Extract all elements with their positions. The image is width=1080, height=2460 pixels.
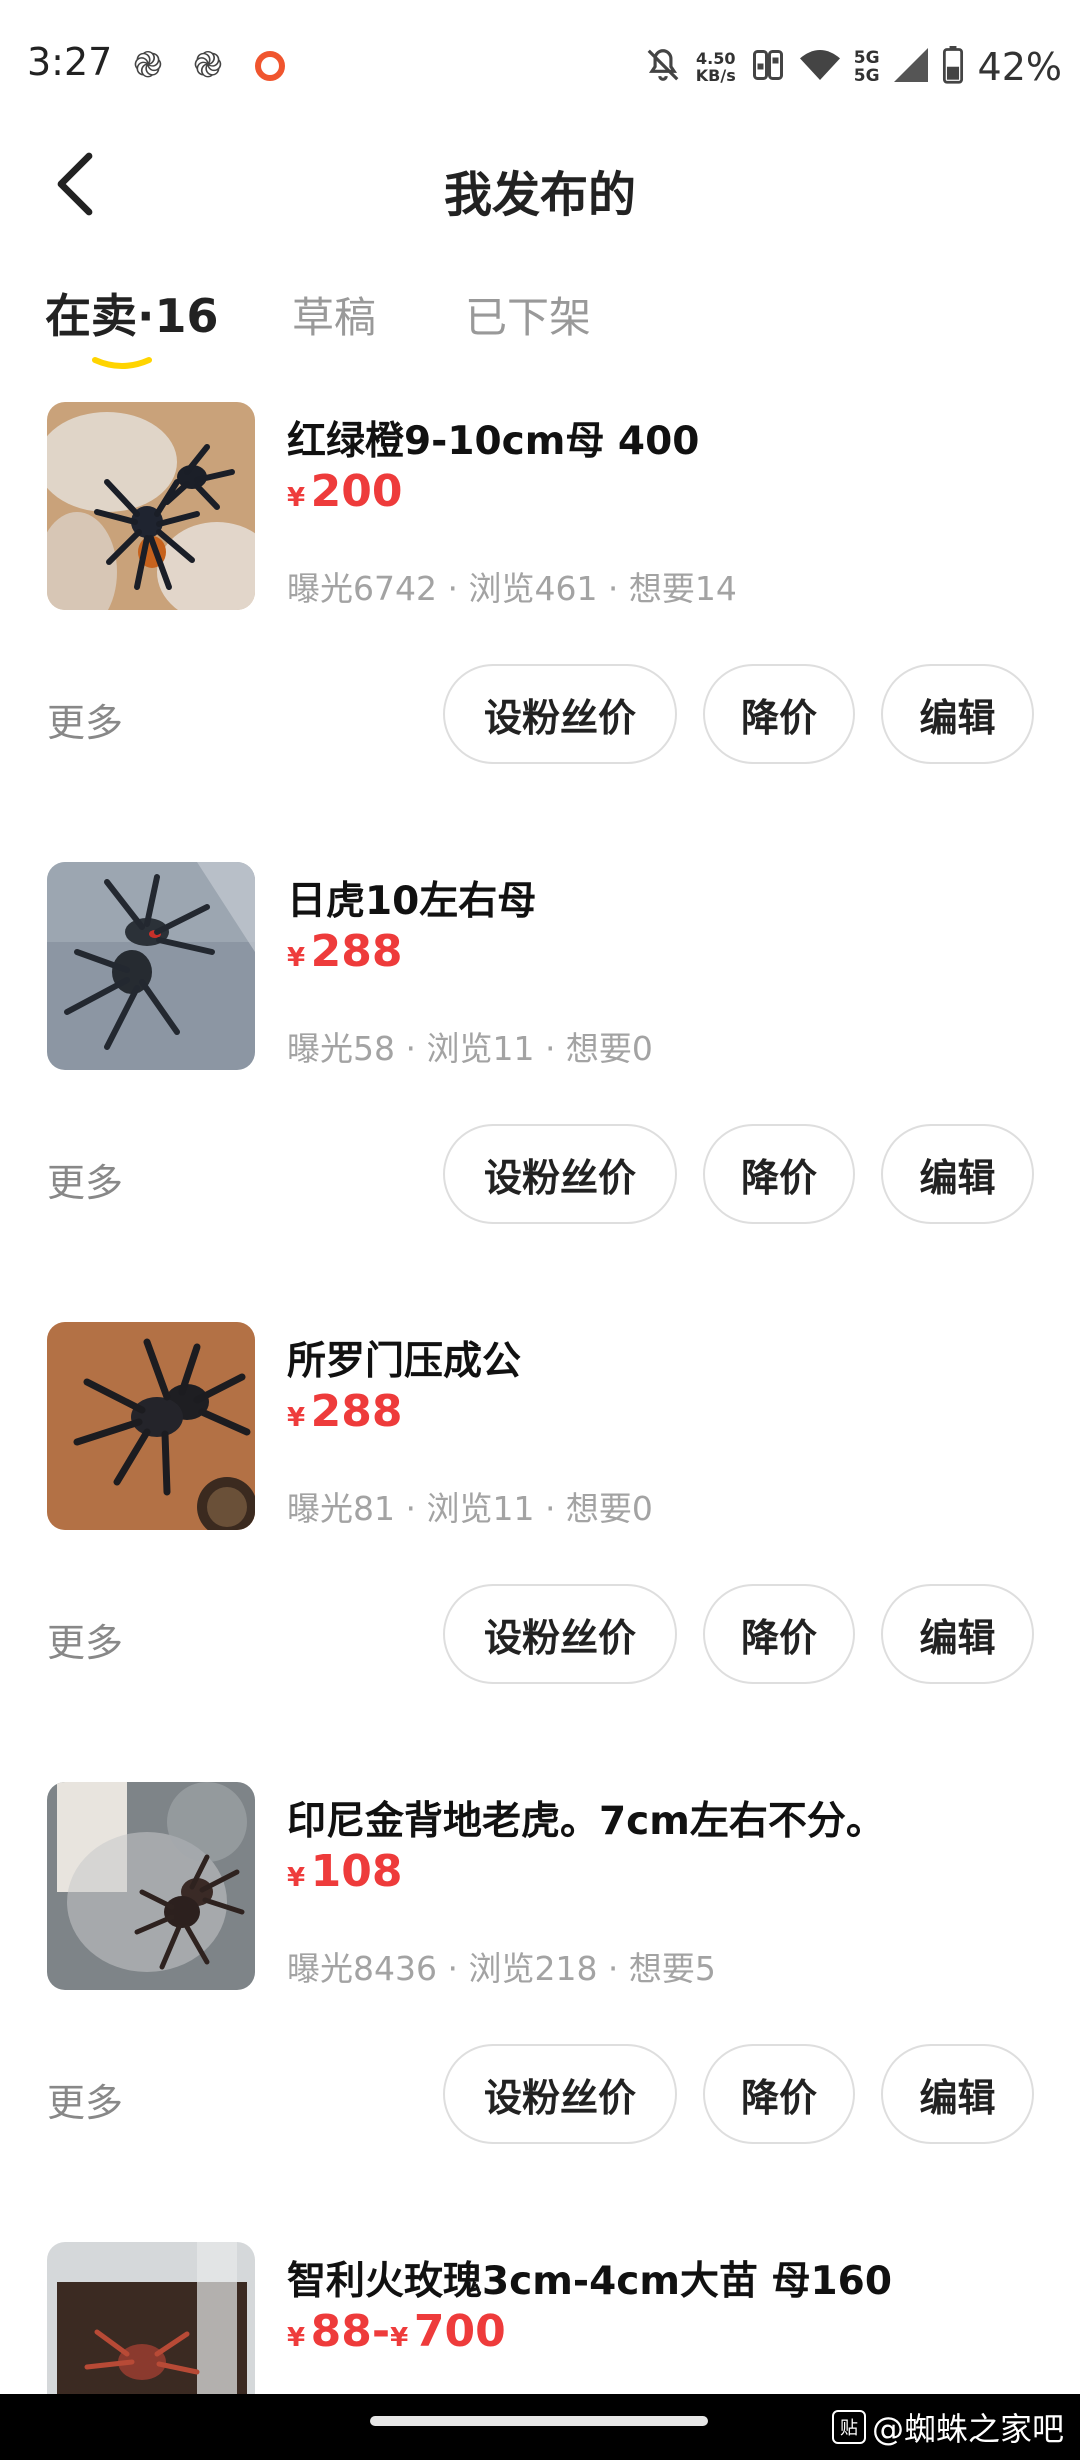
wifi-icon	[799, 48, 840, 86]
set-fan-price-button[interactable]: 设粉丝价	[443, 2044, 677, 2144]
edit-button[interactable]: 编辑	[881, 664, 1034, 764]
listing-title: 日虎10左右母	[287, 879, 537, 924]
tab-on-sale[interactable]: 在卖·16	[45, 280, 219, 346]
listing-item[interactable]: 红绿橙9-10cm母 400 ¥ 200 曝光6742 · 浏览461 · 想要…	[0, 402, 1080, 862]
network-speed: 4.50 KB/s	[695, 49, 736, 85]
more-button[interactable]: 更多	[47, 692, 123, 747]
tab-bar: 在卖·16 草稿 已下架	[0, 280, 1080, 370]
edit-button[interactable]: 编辑	[881, 2044, 1034, 2144]
reduce-price-button[interactable]: 降价	[703, 2044, 855, 2144]
home-indicator[interactable]	[370, 2416, 708, 2426]
listing-item[interactable]: 印尼金背地老虎。7cm左右不分。 ¥ 108 曝光8436 · 浏览218 · …	[0, 1782, 1080, 2242]
page-header: 我发布的	[0, 135, 1080, 235]
listing-price: ¥ 88-¥ 700	[287, 2306, 506, 2357]
status-time: 3:27	[27, 40, 113, 84]
system-nav-bar: 贴 @蜘蛛之家吧	[0, 2394, 1080, 2460]
listing-price: ¥ 288	[287, 926, 403, 977]
product-thumbnail[interactable]	[47, 1782, 255, 1990]
listing-stats: 曝光81 · 浏览11 · 想要0	[287, 1489, 653, 1528]
listing-title: 所罗门压成公	[287, 1339, 522, 1384]
tieba-logo-icon: 贴	[831, 2410, 866, 2444]
product-thumbnail[interactable]	[47, 402, 255, 610]
listing-stats: 曝光8436 · 浏览218 · 想要5	[287, 1949, 716, 1988]
battery-percent: 42%	[977, 45, 1062, 89]
edit-button[interactable]: 编辑	[881, 1124, 1034, 1224]
status-right-cluster: 4.50 KB/s 5G 5G 42%	[644, 42, 1062, 92]
set-fan-price-button[interactable]: 设粉丝价	[443, 1584, 677, 1684]
app-swirl-icon: ֎	[193, 45, 223, 86]
edit-button[interactable]: 编辑	[881, 1584, 1034, 1684]
tab-drafts[interactable]: 草稿	[292, 284, 376, 345]
product-thumbnail[interactable]	[47, 1322, 255, 1530]
listing-title: 红绿橙9-10cm母 400	[287, 419, 700, 464]
reduce-price-button[interactable]: 降价	[703, 1124, 855, 1224]
tab-delisted[interactable]: 已下架	[465, 284, 591, 345]
page-title: 我发布的	[443, 167, 636, 223]
signal-labels: 5G 5G	[853, 48, 880, 86]
watermark: 贴 @蜘蛛之家吧	[831, 2404, 1064, 2450]
more-button[interactable]: 更多	[47, 2072, 123, 2127]
listing-price: ¥ 200	[287, 466, 403, 517]
listing-title: 印尼金背地老虎。7cm左右不分。	[287, 1799, 885, 1844]
tab-active-indicator	[92, 357, 152, 369]
product-thumbnail[interactable]	[47, 2242, 255, 2394]
status-bar: 3:27 ֎ ֎ 4.50 KB/s 5G 5G 42%	[0, 0, 1080, 135]
listing-item[interactable]: 智利火玫瑰3cm-4cm大苗 母160 ¥ 88-¥ 700	[0, 2242, 1080, 2394]
bell-off-icon	[644, 46, 682, 88]
cell-signal-icon	[893, 47, 928, 87]
listing-item[interactable]: 所罗门压成公 ¥ 288 曝光81 · 浏览11 · 想要0 更多 设粉丝价 降…	[0, 1322, 1080, 1782]
set-fan-price-button[interactable]: 设粉丝价	[443, 1124, 677, 1224]
app-ring-icon	[252, 48, 288, 84]
listing-price: ¥ 108	[287, 1846, 403, 1897]
data-saver-icon	[750, 46, 786, 88]
app-swirl-icon: ֎	[133, 45, 163, 86]
watermark-text: @蜘蛛之家吧	[871, 2410, 1064, 2448]
more-button[interactable]: 更多	[47, 1152, 123, 1207]
product-thumbnail[interactable]	[47, 862, 255, 1070]
more-button[interactable]: 更多	[47, 1612, 123, 1667]
listing-title: 智利火玫瑰3cm-4cm大苗 母160	[287, 2259, 892, 2304]
listing-stats: 曝光58 · 浏览11 · 想要0	[287, 1029, 653, 1068]
reduce-price-button[interactable]: 降价	[703, 664, 855, 764]
reduce-price-button[interactable]: 降价	[703, 1584, 855, 1684]
battery-icon	[942, 46, 964, 88]
listing-stats: 曝光6742 · 浏览461 · 想要14	[287, 569, 737, 608]
listing-price: ¥ 288	[287, 1386, 403, 1437]
listing-item[interactable]: 日虎10左右母 ¥ 288 曝光58 · 浏览11 · 想要0 更多 设粉丝价 …	[0, 862, 1080, 1322]
set-fan-price-button[interactable]: 设粉丝价	[443, 664, 677, 764]
